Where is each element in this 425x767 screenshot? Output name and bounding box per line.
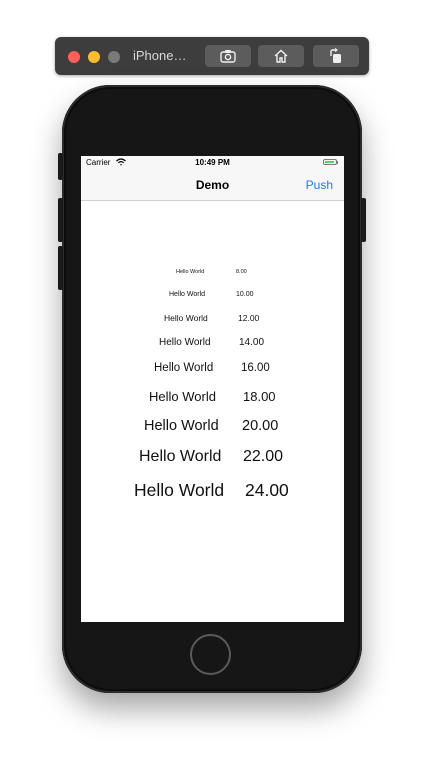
volume-up-button: [58, 198, 63, 242]
simulator-toolbar: iPhone…: [55, 37, 369, 75]
zoom-window-button[interactable]: [108, 51, 120, 63]
simulator-window: iPhone… Carrier 10:49 PM Demo Push Hello…: [0, 0, 425, 767]
list-item: Hello World 20.00: [81, 418, 344, 452]
home-button[interactable]: [258, 45, 304, 67]
hello-world-label: Hello World: [169, 291, 206, 298]
status-bar: Carrier 10:49 PM: [81, 156, 344, 170]
push-button[interactable]: Push: [306, 178, 333, 192]
clock-time: 10:49 PM: [195, 158, 230, 167]
battery-level-fill: [325, 161, 334, 163]
list-item: Hello World 22.00: [81, 448, 344, 482]
font-size-value: 18.00: [243, 389, 276, 404]
close-window-button[interactable]: [68, 51, 80, 63]
font-size-value: 20.00: [242, 418, 279, 434]
font-size-value: 24.00: [245, 480, 289, 500]
list-item: Hello World 24.00: [81, 480, 344, 514]
navigation-bar: Demo Push: [81, 170, 344, 201]
volume-down-button: [58, 246, 63, 290]
screenshot-button[interactable]: [205, 45, 251, 67]
font-size-value: 22.00: [243, 448, 284, 465]
battery-icon: [323, 159, 337, 165]
home-icon: [274, 49, 288, 63]
hello-world-label: Hello World: [154, 362, 214, 374]
hello-world-label: Hello World: [134, 480, 225, 500]
camera-icon: [220, 50, 236, 63]
rotate-button[interactable]: [313, 45, 359, 67]
simulator-title: iPhone…: [133, 48, 187, 63]
power-button: [361, 198, 366, 242]
font-size-value: 16.00: [241, 362, 270, 374]
nav-title: Demo: [195, 178, 230, 192]
device-screen: Carrier 10:49 PM Demo Push Hello World 8.…: [81, 156, 344, 622]
font-size-value: 14.00: [239, 337, 265, 348]
battery-tip: [337, 161, 338, 164]
hello-world-label: Hello World: [139, 448, 222, 465]
font-size-value: 8.00: [236, 269, 247, 275]
hello-world-label: Hello World: [144, 418, 219, 434]
mute-switch: [58, 153, 63, 180]
minimize-window-button[interactable]: [88, 51, 100, 63]
font-size-value: 12.00: [238, 313, 260, 323]
hello-world-label: Hello World: [149, 389, 216, 404]
hello-world-label: Hello World: [176, 269, 205, 275]
hello-world-label: Hello World: [164, 313, 208, 323]
rotate-icon: [330, 48, 341, 63]
hello-world-label: Hello World: [159, 337, 211, 348]
device-home-button[interactable]: [190, 634, 231, 675]
font-size-value: 10.00: [236, 291, 254, 298]
